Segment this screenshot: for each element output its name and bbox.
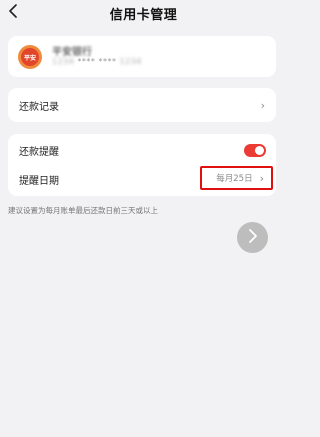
reminder-date-value-box[interactable]: 每月25日 › (200, 166, 273, 190)
card-number-mask: **** **** (77, 57, 117, 66)
repayment-record-row[interactable]: 还款记录 › (8, 90, 276, 120)
page-title: 信用卡管理 (109, 7, 178, 23)
card-number: 1234 **** **** 1234 (52, 57, 142, 66)
repayment-record-card: 还款记录 › (8, 88, 276, 122)
reminder-date-value: 每月25日 (216, 174, 253, 184)
card-number-hidden-tail: 1234 (119, 57, 142, 66)
reminder-toggle[interactable] (244, 144, 266, 157)
reminder-card: 还款提醒 提醒日期 每月25日 › (8, 134, 276, 196)
repayment-reminder-row: 还款提醒 (8, 135, 276, 165)
bank-logo-text: 平安 (21, 48, 39, 66)
chevron-left-icon (8, 3, 18, 22)
bank-card-item[interactable]: 平安 平安银行 1234 **** **** 1234 (8, 36, 276, 77)
navigation-bar: 信用卡管理 (0, 0, 287, 26)
chevron-right-icon: › (259, 171, 264, 185)
repayment-record-label: 还款记录 (19, 101, 59, 113)
repayment-reminder-label: 还款提醒 (19, 146, 59, 158)
bank-logo-icon: 平安 (18, 45, 42, 69)
floating-next-button[interactable] (237, 222, 268, 253)
chevron-right-icon: › (260, 98, 265, 112)
chevron-right-icon (248, 228, 258, 247)
bank-name: 平安银行 (52, 47, 92, 58)
card-number-hidden: 1234 (52, 57, 75, 66)
toggle-knob (255, 146, 264, 155)
back-button[interactable] (5, 3, 21, 21)
reminder-date-row[interactable]: 提醒日期 每月25日 › (8, 164, 276, 194)
reminder-hint-text: 建议设置为每月账单最后还款日前三天或以上 (8, 206, 158, 215)
credit-card-management-screen: 信用卡管理 平安 平安银行 1234 **** **** 1234 还款记录 ›… (0, 0, 287, 437)
